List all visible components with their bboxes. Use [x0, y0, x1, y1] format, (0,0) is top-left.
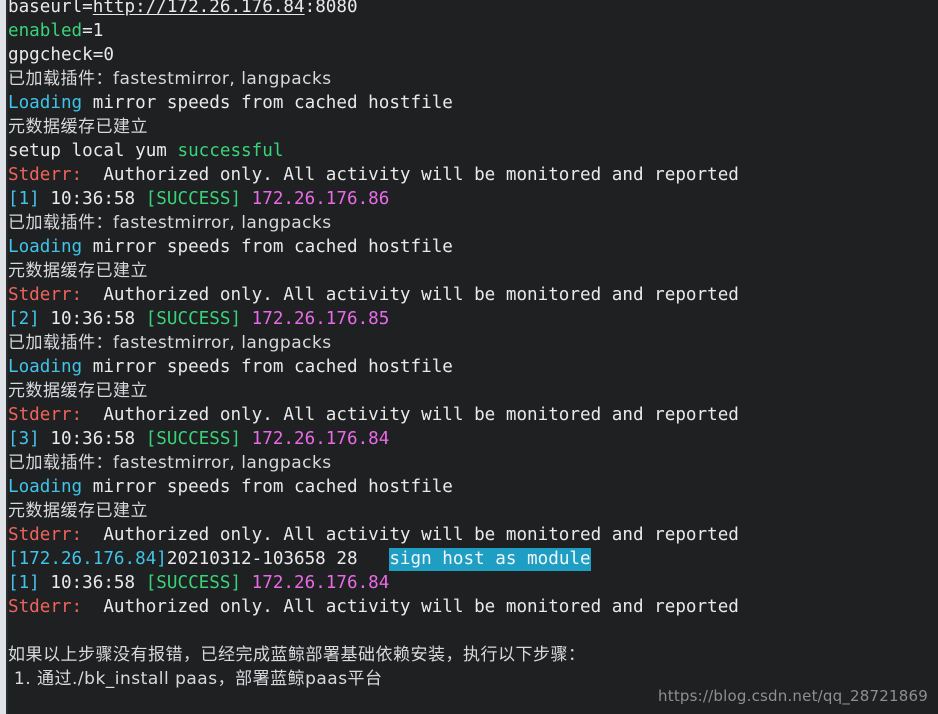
terminal-line: 如果以上步骤没有报错，已经完成蓝鲸部署基础依赖安装，执行以下步骤：: [8, 643, 938, 667]
terminal-text-white: [241, 429, 252, 449]
watermark-url: https://blog.csdn.net/qq_28721869: [658, 687, 928, 705]
terminal-line: Loading mirror speeds from cached hostfi…: [8, 91, 938, 115]
terminal-text-white: mirror speeds from cached hostfile: [82, 237, 453, 257]
terminal-line: [3] 10:36:58 [SUCCESS] 172.26.176.84: [8, 427, 938, 451]
terminal-text-dim: 元数据缓存已建立: [8, 117, 148, 137]
terminal-text-magenta: 172.26.176.86: [251, 189, 390, 209]
terminal-text-white: 10:36:58: [39, 309, 146, 329]
terminal-text-white: 10:36:58: [39, 429, 146, 449]
terminal-line: 已加载插件：fastestmirror, langpacks: [8, 451, 938, 475]
terminal-text-red: Stderr:: [8, 405, 83, 425]
terminal-text-red: Stderr:: [8, 165, 83, 185]
terminal-line: 元数据缓存已建立: [8, 259, 938, 283]
terminal-text-dim: 已加载插件：fastestmirror, langpacks: [8, 69, 332, 89]
terminal-text-green: [SUCCESS]: [145, 429, 242, 449]
terminal-line: Stderr: Authorized only. All activity wi…: [8, 283, 938, 307]
terminal-text-cyan: Loading: [8, 477, 83, 497]
terminal-line: Stderr: Authorized only. All activity wi…: [8, 163, 938, 187]
terminal-text-red: Stderr:: [8, 525, 83, 545]
terminal-line: setup local yum successful: [8, 139, 938, 163]
terminal-text-dim: 如果以上步骤没有报错，已经完成蓝鲸部署基础依赖安装，执行以下步骤：: [8, 645, 586, 665]
terminal-text-cyan: [3]: [8, 429, 40, 449]
terminal-text-cyan: Loading: [8, 237, 83, 257]
terminal-text-white: setup local yum: [8, 141, 178, 161]
terminal-text-white: :8080: [304, 0, 358, 17]
terminal-text-dim: 已加载插件：fastestmirror, langpacks: [8, 453, 332, 473]
terminal-text-green: enabled: [8, 21, 83, 41]
terminal-text-white: 10:36:58: [39, 573, 146, 593]
terminal-text-dim: 已加载插件：fastestmirror, langpacks: [8, 333, 332, 353]
terminal-text-dim: 1. 通过./bk_install paas，部署蓝鲸paas平台: [8, 669, 383, 689]
terminal-line: [1] 10:36:58 [SUCCESS] 172.26.176.86: [8, 187, 938, 211]
terminal-line: 已加载插件：fastestmirror, langpacks: [8, 211, 938, 235]
terminal-line: 元数据缓存已建立: [8, 115, 938, 139]
terminal-line: gpgcheck=0: [8, 43, 938, 67]
terminal-line: 元数据缓存已建立: [8, 379, 938, 403]
terminal-text-dim: 元数据缓存已建立: [8, 261, 148, 281]
terminal-text-white: Authorized only. All activity will be mo…: [82, 525, 739, 545]
left-gutter-edge: [6, 0, 8, 714]
terminal-text-green: [SUCCESS]: [145, 309, 242, 329]
terminal-text-cyan: Loading: [8, 93, 83, 113]
terminal-output-area[interactable]: baseurl=http://172.26.176.84:8080 enabled…: [8, 0, 938, 691]
terminal-line: baseurl=http://172.26.176.84:8080: [8, 0, 938, 19]
terminal-text-green: successful: [177, 141, 284, 161]
terminal-text-white: Authorized only. All activity will be mo…: [82, 405, 739, 425]
terminal-text-red: Stderr:: [8, 597, 83, 617]
terminal-line: Stderr: Authorized only. All activity wi…: [8, 523, 938, 547]
terminal-text-white: Authorized only. All activity will be mo…: [82, 597, 739, 617]
terminal-text-magenta: 172.26.176.84: [251, 429, 390, 449]
terminal-text-dim: 元数据缓存已建立: [8, 501, 148, 521]
terminal-line: [2] 10:36:58 [SUCCESS] 172.26.176.85: [8, 307, 938, 331]
terminal-text-white: Authorized only. All activity will be mo…: [82, 285, 739, 305]
terminal-text-green: [SUCCESS]: [145, 573, 242, 593]
terminal-text-url[interactable]: http://172.26.176.84: [93, 0, 305, 17]
terminal-text-red: Stderr:: [8, 285, 83, 305]
terminal-text-white: mirror speeds from cached hostfile: [82, 93, 453, 113]
terminal-text-white: mirror speeds from cached hostfile: [82, 477, 453, 497]
terminal-text-white: Authorized only. All activity will be mo…: [82, 165, 739, 185]
terminal-line: Stderr: Authorized only. All activity wi…: [8, 403, 938, 427]
terminal-text-white: 10:36:58: [39, 189, 146, 209]
terminal-text-white: [241, 573, 252, 593]
terminal-text-white: =1: [82, 21, 104, 41]
terminal-text-white: gpgcheck=0: [8, 45, 114, 65]
terminal-text-dim: 已加载插件：fastestmirror, langpacks: [8, 213, 332, 233]
terminal-line: Loading mirror speeds from cached hostfi…: [8, 235, 938, 259]
terminal-text-green: [SUCCESS]: [145, 189, 242, 209]
terminal-line: [172.26.176.84]20210312-103658 28 sign h…: [8, 547, 938, 571]
terminal-text-cyan: [1]: [8, 189, 40, 209]
terminal-line: 已加载插件：fastestmirror, langpacks: [8, 67, 938, 91]
terminal-text-cyan: [1]: [8, 573, 40, 593]
terminal-line: Loading mirror speeds from cached hostfi…: [8, 475, 938, 499]
terminal-text-magenta: 172.26.176.85: [251, 309, 390, 329]
terminal-text-highlight: sign host as module: [389, 548, 591, 571]
terminal-text-dim: 元数据缓存已建立: [8, 381, 148, 401]
terminal-line: [1] 10:36:58 [SUCCESS] 172.26.176.84: [8, 571, 938, 595]
terminal-line: Loading mirror speeds from cached hostfi…: [8, 355, 938, 379]
terminal-text-white: [241, 189, 252, 209]
terminal-text-white: baseurl=: [8, 0, 93, 17]
terminal-screen: baseurl=http://172.26.176.84:8080 enabled…: [0, 0, 938, 714]
terminal-line: 已加载插件：fastestmirror, langpacks: [8, 331, 938, 355]
terminal-text-white: mirror speeds from cached hostfile: [82, 357, 453, 377]
terminal-text-white: 20210312-103658 28: [166, 549, 390, 569]
terminal-line: Stderr: Authorized only. All activity wi…: [8, 595, 938, 619]
terminal-text-cyan: [172.26.176.84]: [8, 549, 167, 569]
terminal-line: enabled=1: [8, 19, 938, 43]
terminal-line: 元数据缓存已建立: [8, 499, 938, 523]
terminal-text-white: [241, 309, 252, 329]
terminal-text-cyan: Loading: [8, 357, 83, 377]
terminal-text-magenta: 172.26.176.84: [251, 573, 390, 593]
terminal-text-cyan: [2]: [8, 309, 40, 329]
